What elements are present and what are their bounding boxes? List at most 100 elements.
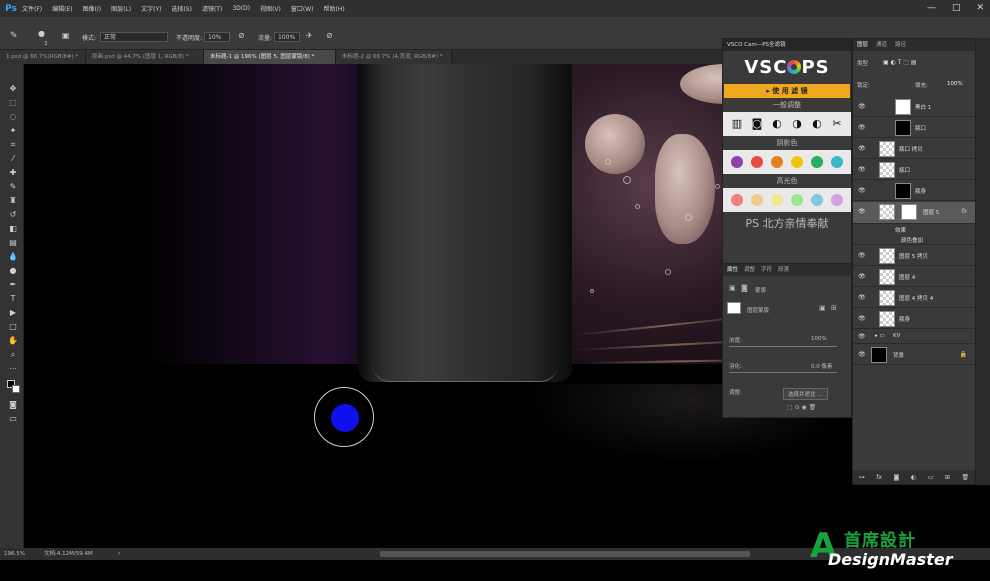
mask-action-icons[interactable]: ⬚ ⊙ ◉ 🗑	[787, 404, 816, 411]
horizontal-scrollbar[interactable]	[380, 551, 750, 557]
menu-type[interactable]: 文字(Y)	[141, 4, 161, 13]
shadow-swatch-red[interactable]	[751, 156, 763, 168]
screen-mode-icon[interactable]: ▭	[7, 414, 19, 424]
tab-layers[interactable]: 图层	[857, 39, 868, 51]
tab-adjustments[interactable]: 调整	[744, 264, 755, 276]
airbrush-icon[interactable]: ✈	[306, 31, 313, 40]
eyedropper-icon[interactable]: ⁄	[7, 154, 19, 164]
vignette-icon[interactable]: ◙	[750, 117, 764, 131]
minimize-button[interactable]: —	[927, 3, 936, 13]
wrench-icon[interactable]: ✂	[830, 117, 844, 131]
tab-doc-1[interactable]: 1.psd @ 66.7%(RGB/8#) *	[0, 50, 86, 64]
layer-row[interactable]: 👁 黑白 1	[853, 97, 975, 117]
menu-3d[interactable]: 3D(D)	[232, 5, 250, 12]
visibility-eye-icon[interactable]: 👁	[858, 273, 866, 280]
clone-stamp-icon[interactable]: ♜	[7, 196, 19, 206]
mode-select[interactable]: 正常	[100, 32, 168, 42]
highlight-swatch-blue[interactable]	[811, 194, 823, 206]
fill-value[interactable]: 100%	[947, 81, 963, 87]
visibility-eye-icon[interactable]: 👁	[858, 315, 866, 322]
hand-tool-icon[interactable]: ✋	[7, 336, 19, 346]
highlight-swatch-peach[interactable]	[751, 194, 763, 206]
type-tool-icon[interactable]: T	[7, 294, 19, 304]
select-mask-icon[interactable]: ▣	[819, 304, 826, 312]
layer-row[interactable]: 👁 图层 4 拷贝 4	[853, 288, 975, 308]
close-button[interactable]: ✕	[976, 3, 984, 13]
gradient-icon[interactable]: ▤	[7, 238, 19, 248]
select-and-mask-button[interactable]: 选择并遮住 ...	[783, 388, 828, 400]
tab-doc-2[interactable]: 原画.psd @ 44.7% (图层 1, RGB/8) *	[86, 50, 204, 64]
add-vector-mask-icon[interactable]: ⊞	[831, 304, 837, 312]
layer-mask-thumbnail[interactable]	[901, 204, 917, 220]
visibility-eye-icon[interactable]: 👁	[858, 187, 866, 194]
pen-tool-icon[interactable]: ✒	[7, 280, 19, 290]
color-swatches[interactable]	[7, 380, 21, 394]
visibility-eye-icon[interactable]: 👁	[858, 208, 866, 215]
history-brush-icon[interactable]: ↺	[7, 210, 19, 220]
visibility-eye-icon[interactable]: 👁	[858, 252, 866, 259]
opacity-field[interactable]: 10%	[204, 32, 230, 42]
highlight-swatch-green[interactable]	[791, 194, 803, 206]
pressure-size-icon[interactable]: ⊘	[326, 31, 333, 40]
brightness-icon[interactable]: ◐	[810, 117, 824, 131]
tab-properties[interactable]: 属性	[727, 264, 738, 276]
add-mask-icon[interactable]: ◙	[894, 474, 900, 481]
menu-view[interactable]: 视图(V)	[260, 4, 281, 13]
delete-layer-icon[interactable]: 🗑	[962, 474, 970, 481]
tab-paragraph[interactable]: 段落	[778, 264, 789, 276]
menu-file[interactable]: 文件(F)	[22, 4, 42, 13]
layer-row[interactable]: 👁 瓶口 拷贝	[853, 139, 975, 159]
use-filter-button[interactable]: ▸ 使 用 滤 镜	[724, 84, 850, 98]
tab-paths[interactable]: 路径	[895, 39, 906, 51]
magic-wand-icon[interactable]: ✦	[7, 126, 19, 136]
highlight-swatch-yellow[interactable]	[771, 194, 783, 206]
tab-channels[interactable]: 通道	[876, 39, 887, 51]
layer-effects-row[interactable]: 效果	[853, 225, 975, 235]
move-tool-icon[interactable]: ✥	[7, 84, 19, 94]
layer-effect-item[interactable]: 颜色叠加	[853, 235, 975, 245]
add-style-icon[interactable]: fx	[876, 474, 882, 481]
flow-field[interactable]: 100%	[274, 32, 300, 42]
menu-window[interactable]: 窗口(W)	[291, 4, 314, 13]
visibility-eye-icon[interactable]: 👁	[858, 351, 866, 358]
shape-tool-icon[interactable]: □	[7, 322, 19, 332]
visibility-eye-icon[interactable]: 👁	[858, 166, 866, 173]
dodge-icon[interactable]: ●	[7, 266, 19, 276]
quick-mask-icon[interactable]: ◙	[7, 400, 19, 410]
blur-icon[interactable]: 💧	[7, 252, 19, 262]
visibility-eye-icon[interactable]: 👁	[858, 103, 866, 110]
menu-edit[interactable]: 编辑(E)	[52, 4, 72, 13]
density-value[interactable]: 100%	[811, 336, 827, 342]
tab-character[interactable]: 字符	[761, 264, 772, 276]
tab-doc-4[interactable]: 未标题-2 @ 66.7% (4,背道, RGB/8#) *	[336, 50, 452, 64]
layer-row[interactable]: 👁 瓶身	[853, 181, 975, 201]
layer-row[interactable]: 👁 瓶口	[853, 160, 975, 180]
menu-help[interactable]: 帮助(H)	[324, 4, 345, 13]
levels-icon[interactable]: ▥	[730, 117, 744, 131]
adjustment-layer-icon[interactable]: ◐	[911, 474, 916, 481]
shadow-swatch-orange[interactable]	[771, 156, 783, 168]
link-layers-icon[interactable]: ⊶	[859, 474, 865, 481]
menu-image[interactable]: 图像(I)	[83, 4, 101, 13]
zoom-tool-icon[interactable]: ⌕	[7, 350, 19, 360]
lasso-tool-icon[interactable]: ◌	[7, 112, 19, 122]
new-layer-icon[interactable]: ⊞	[945, 474, 950, 481]
new-group-icon[interactable]: ▭	[928, 474, 934, 481]
crop-tool-icon[interactable]: ⌗	[7, 140, 19, 150]
layer-row[interactable]: 👁 背景 🔒	[853, 345, 975, 365]
highlight-swatch-pink[interactable]	[731, 194, 743, 206]
layer-fx-badge[interactable]: fx	[961, 208, 967, 215]
layer-row[interactable]: 👁 图层 5 拷贝	[853, 246, 975, 266]
healing-brush-icon[interactable]: ✚	[7, 168, 19, 178]
brush-preset-icon[interactable]: ●	[38, 29, 45, 38]
feather-slider[interactable]	[729, 372, 837, 373]
density-slider[interactable]	[729, 346, 837, 347]
eraser-icon[interactable]: ◧	[7, 224, 19, 234]
layer-group-row[interactable]: 👁 ▸ ▭ KV	[853, 330, 975, 344]
pixel-mask-icon[interactable]: ▣	[729, 284, 736, 292]
visibility-eye-icon[interactable]: 👁	[858, 294, 866, 301]
highlight-swatch-lilac[interactable]	[831, 194, 843, 206]
visibility-eye-icon[interactable]: 👁	[858, 333, 866, 340]
layer-kind-filter[interactable]: 类型	[857, 59, 868, 67]
layer-row[interactable]: 👁 瓶身	[853, 309, 975, 329]
